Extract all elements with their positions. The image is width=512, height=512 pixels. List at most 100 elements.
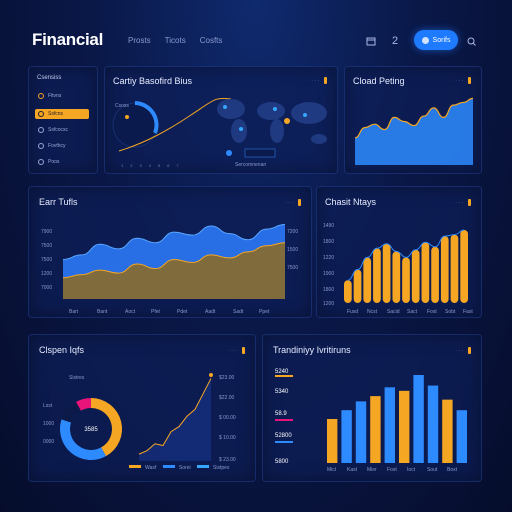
earn-panel: Earr Tufls · · · 7900 7500 7500 1200 700… <box>28 186 312 318</box>
sidebar-header: Csensiss <box>37 75 62 81</box>
bar <box>411 249 420 303</box>
left-value: 5800 <box>275 459 289 465</box>
x-tick: Bart <box>69 309 79 315</box>
nav-item-1[interactable]: Prosts <box>128 36 151 45</box>
donut-center-value: 3585 <box>84 427 98 433</box>
y-tick: 1200 <box>41 271 52 277</box>
crypto-chart: Lsst 1000 0000 Sistres $23.00 $22.00 $ 0… <box>43 373 236 471</box>
x-tick: Ncst <box>367 309 378 315</box>
bar <box>450 234 459 303</box>
circle-icon <box>38 143 44 149</box>
trend-panel: Trandiniyy Ivritiruns · · · 5240 5340 58… <box>262 334 482 482</box>
donut-header: Sistres <box>69 375 85 381</box>
x-tick: Sobt <box>445 309 456 315</box>
x-tick: Mier <box>367 467 377 473</box>
calendar-icon[interactable] <box>364 34 378 48</box>
trend-chart: 5240 5340 58.9 52800 5800 Mict Kast Mier… <box>275 369 467 473</box>
bar <box>460 230 468 303</box>
legend-label: Sorei <box>179 465 191 471</box>
x-tick: Ioct <box>407 467 416 473</box>
app-title: Financial <box>32 30 103 49</box>
donut-slice-4 <box>76 398 92 411</box>
y-tick: 1800 <box>323 239 334 245</box>
y-tick: 7500 <box>41 257 52 263</box>
y-tick: 7900 <box>41 229 52 235</box>
map-panel: Cartiy Basofird Bius · · · Csoss Sercomn… <box>104 66 338 174</box>
search-icon <box>421 36 429 44</box>
bar <box>363 257 372 303</box>
bar <box>421 242 430 303</box>
circle-icon <box>38 127 44 133</box>
world-map <box>217 99 327 144</box>
sidebar-item-label: Poos <box>48 159 60 165</box>
map-legend: Sercomnenan <box>235 162 267 168</box>
bar <box>353 269 362 303</box>
x-tick: Sout <box>427 467 438 473</box>
circle-icon <box>38 159 44 165</box>
trend-bar <box>456 410 467 463</box>
notification-count[interactable]: 2 <box>388 34 402 48</box>
sidebar-item-1[interactable]: Fitvns <box>35 91 89 101</box>
x-tick: Fast <box>463 309 473 315</box>
left-value: 5240 <box>275 369 289 375</box>
map-callout: Csoss <box>115 103 129 109</box>
sidebar-item-5[interactable]: Poos <box>35 157 89 167</box>
y-tick: 1200 <box>323 301 334 307</box>
sidebar-item-label: Ssfcocsc <box>48 127 69 133</box>
x-tick: Fost <box>387 467 397 473</box>
cash-panel: Cload Peting · · · <box>344 66 482 174</box>
legend-swatch <box>163 465 175 468</box>
right-value: $ 23.00 <box>219 457 236 463</box>
bar <box>344 280 352 303</box>
right-tick: 7200 <box>287 229 298 235</box>
sidebar-item-3[interactable]: Ssfcocsc <box>35 125 89 135</box>
nav-item-3[interactable]: Cosfts <box>200 36 223 45</box>
cash-area <box>355 98 473 165</box>
top-nav: Prosts Ticots Cosfts <box>128 36 222 45</box>
search-button[interactable]: Sorifs <box>414 30 458 50</box>
search-button-label: Sorifs <box>432 36 451 44</box>
x-tick: Ppet <box>259 309 270 315</box>
x-tick: Sadt <box>233 309 244 315</box>
cash-chart <box>354 97 474 165</box>
bar <box>373 248 381 303</box>
legend-swatch <box>197 465 209 468</box>
x-tick: Aoct <box>125 309 136 315</box>
left-label: 0000 <box>43 439 54 445</box>
trend-bar <box>384 387 395 463</box>
y-tick: 1800 <box>323 287 334 293</box>
map-visual <box>112 97 327 158</box>
crypto-line-endpoint <box>209 373 213 377</box>
x-tick: Aadt <box>205 309 216 315</box>
y-tick: 1490 <box>323 223 334 229</box>
sidebar-item-4[interactable]: Fovthcy <box>35 141 89 151</box>
legend-label: Wasf <box>145 465 157 471</box>
nav-item-2[interactable]: Ticots <box>165 36 186 45</box>
x-tick: Bant <box>97 309 108 315</box>
bar <box>440 236 449 303</box>
left-value: 58.9 <box>275 411 287 417</box>
x-tick: Fost <box>427 309 437 315</box>
bar-panel: Chasit Ntays · · · 1490 1800 1220 1900 1… <box>316 186 482 318</box>
circle-icon <box>38 93 44 99</box>
left-value: 5340 <box>275 389 289 395</box>
top-bar: Financial Prosts Ticots Cosfts 2 Sorifs <box>0 0 512 62</box>
left-label: Lsst <box>43 403 53 409</box>
bar <box>382 243 391 303</box>
x-tick: Sacid <box>387 309 400 315</box>
right-value: $22.00 <box>219 395 235 401</box>
sidebar-item-2[interactable]: Ssfcns <box>35 109 89 119</box>
legend-label: Sistpes <box>213 465 230 471</box>
right-tick: 1500 <box>287 247 298 253</box>
ring-axis: 1234567 <box>121 163 179 168</box>
trend-bar <box>370 396 381 463</box>
y-tick: 1220 <box>323 255 334 261</box>
trend-bar <box>427 385 439 463</box>
bar <box>392 251 401 303</box>
y-tick: 1900 <box>323 271 334 277</box>
x-tick: Pfet <box>151 309 161 315</box>
trend-bar <box>442 399 453 463</box>
settings-icon[interactable] <box>464 34 478 48</box>
right-value: $ 00.00 <box>219 415 236 421</box>
y-tick: 7000 <box>41 285 52 291</box>
